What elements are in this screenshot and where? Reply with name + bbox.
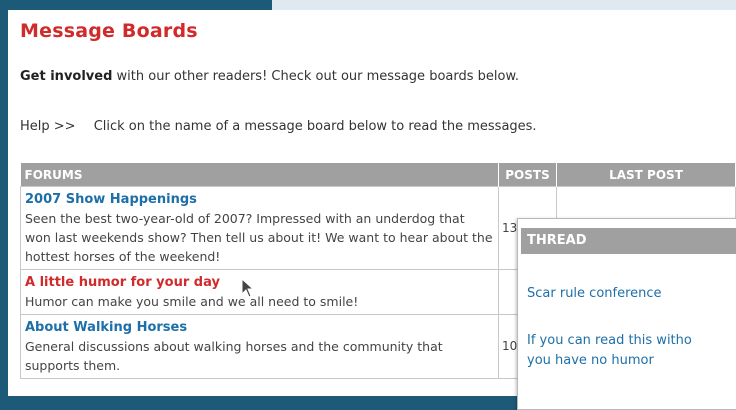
intro-rest: with our other readers! Check out our me… [112,69,520,84]
thread-link-scar-rule[interactable]: Scar rule conference [527,284,662,304]
forum-link-show-happenings[interactable]: 2007 Show Happenings [25,190,494,209]
help-text: Click on the name of a message board bel… [93,119,537,134]
posts-column-header: POSTS [498,163,557,187]
mouse-pointer-icon [241,278,255,298]
forums-header-row: FORUMS POSTS LAST POST [20,163,736,187]
forum-link-walking-horses[interactable]: About Walking Horses [25,318,494,337]
top-strip [0,0,736,10]
page-title: Message Boards [20,20,198,42]
forum-link-humor[interactable]: A little humor for your day [25,273,494,292]
top-strip-light [272,0,736,10]
intro-bold: Get involved [20,69,113,84]
thread-popup: THREAD Scar rule conference If you can r… [517,218,736,410]
help-line: Help >> Click on the name of a message b… [20,119,537,134]
forum-description: General discussions about walking horses… [25,339,443,373]
thread-link-humor-line-2[interactable]: you have no humor [527,351,654,371]
forum-description: Seen the best two-year-old of 2007? Impr… [25,211,493,264]
forum-description: Humor can make you smile and we all need… [25,294,359,309]
thread-header: THREAD [521,228,736,254]
thread-link-humor-line-1[interactable]: If you can read this witho [527,331,692,351]
forums-column-header: FORUMS [20,163,499,187]
help-label: Help >> [20,119,76,134]
intro-text: Get involved with our other readers! Che… [20,69,519,84]
last-post-column-header: LAST POST [556,163,736,187]
